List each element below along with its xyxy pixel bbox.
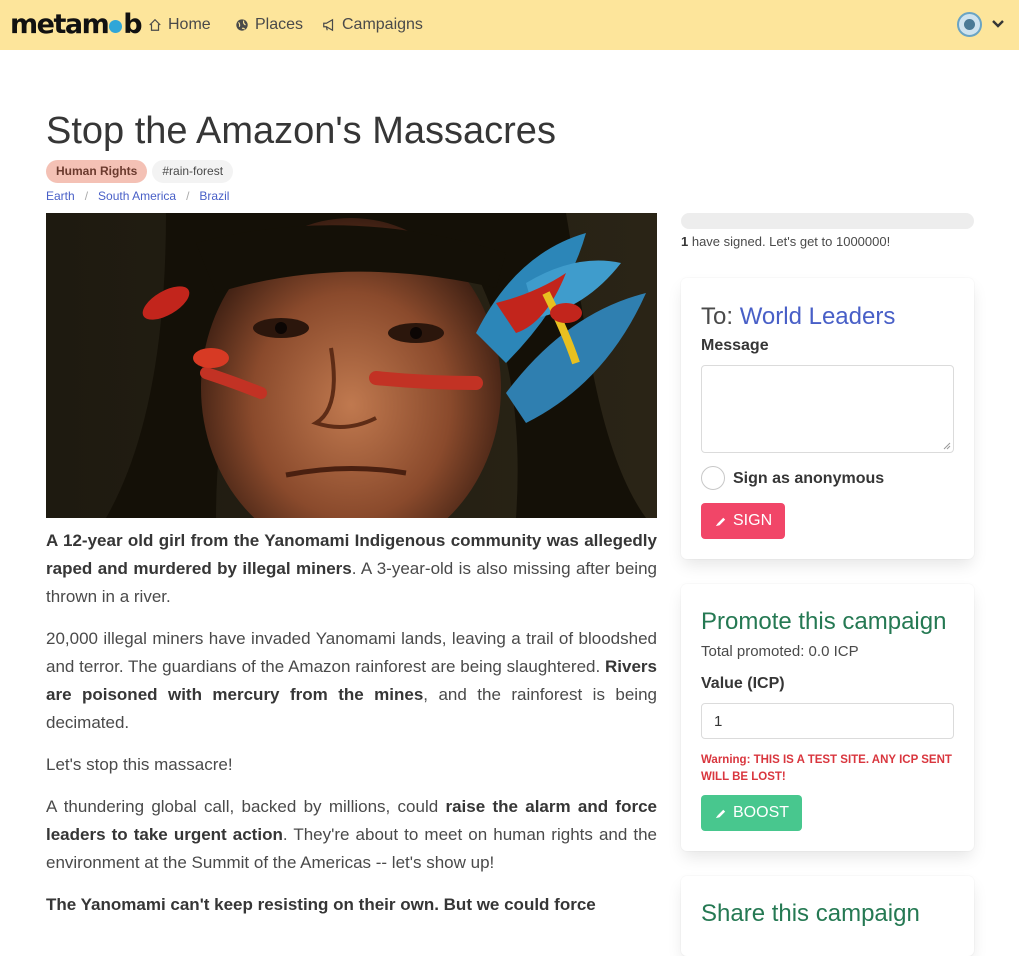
tag-list: Human Rights #rain-forest [46, 160, 234, 183]
recipient-name: World Leaders [739, 303, 896, 330]
sign-card: To: World Leaders Message Sign as anonym… [681, 278, 974, 559]
resize-grip-icon[interactable] [943, 442, 951, 450]
boost-button-label: BOOST [733, 804, 790, 821]
promote-card: Promote this campaign Total promoted: 0.… [681, 584, 974, 851]
chevron-down-icon[interactable] [991, 17, 1005, 31]
metamob-logo[interactable]: metam b [10, 9, 143, 41]
nav-places-label: Places [255, 16, 304, 33]
megaphone-icon [323, 18, 334, 32]
paragraph: A thundering global call, backed by mill… [46, 797, 658, 872]
hashtag-tag[interactable]: #rain-forest [152, 160, 234, 183]
paragraph: A 12-year old girl from the Yanomami Ind… [46, 531, 657, 606]
nav-campaigns[interactable]: Campaigns [322, 15, 423, 35]
signature-icon [715, 517, 726, 526]
paragraph: 20,000 illegal miners have invaded Yanom… [46, 629, 657, 732]
page-title: Stop the Amazon's Massacres [46, 110, 556, 152]
globe-icon [236, 19, 248, 31]
signatures-progress-bar [681, 213, 974, 229]
nav-campaigns-label: Campaigns [342, 16, 423, 33]
globe-icon [109, 20, 123, 33]
signatures-count: 1 have signed. Let's get to 1000000! [681, 234, 891, 249]
value-input[interactable]: 1 [701, 703, 954, 739]
home-icon [149, 18, 161, 31]
navbar: metam b Home Places Campaigns [0, 0, 1019, 50]
category-tag[interactable]: Human Rights [46, 160, 148, 183]
recipient-line: To: World Leaders [701, 303, 896, 330]
paragraph: Let's stop this massacre! [46, 755, 233, 774]
share-title: Share this campaign [701, 900, 920, 927]
message-label: Message [701, 337, 769, 354]
breadcrumb-brazil[interactable]: Brazil [199, 189, 229, 203]
nav-home[interactable]: Home [148, 15, 211, 35]
anonymous-checkbox[interactable] [701, 466, 725, 490]
breadcrumb-earth[interactable]: Earth [46, 189, 75, 203]
breadcrumb: Earth / South America / Brazil [46, 189, 230, 203]
promote-title: Promote this campaign [701, 608, 947, 635]
nav-places[interactable]: Places [235, 15, 303, 35]
message-textarea[interactable] [701, 365, 954, 453]
breadcrumb-south-america[interactable]: South America [98, 189, 176, 203]
rocket-icon [715, 809, 726, 818]
user-avatar[interactable] [957, 12, 982, 37]
paragraph: The Yanomami can't keep resisting on the… [46, 895, 596, 914]
nav-home-label: Home [168, 16, 211, 33]
sign-button-label: SIGN [733, 512, 773, 529]
boost-button[interactable]: BOOST [701, 795, 803, 831]
campaign-cover-image [46, 213, 657, 518]
campaign-body: A 12-year old girl from the Yanomami Ind… [46, 527, 657, 933]
share-card: Share this campaign [681, 876, 974, 956]
anonymous-label: Sign as anonymous [733, 470, 885, 487]
sign-button[interactable]: SIGN [701, 503, 786, 539]
value-label: Value (ICP) [701, 675, 785, 692]
total-promoted: Total promoted: 0.0 ICP [701, 643, 859, 660]
test-site-warning: Warning: THIS IS A TEST SITE. ANY ICP SE… [701, 754, 952, 783]
